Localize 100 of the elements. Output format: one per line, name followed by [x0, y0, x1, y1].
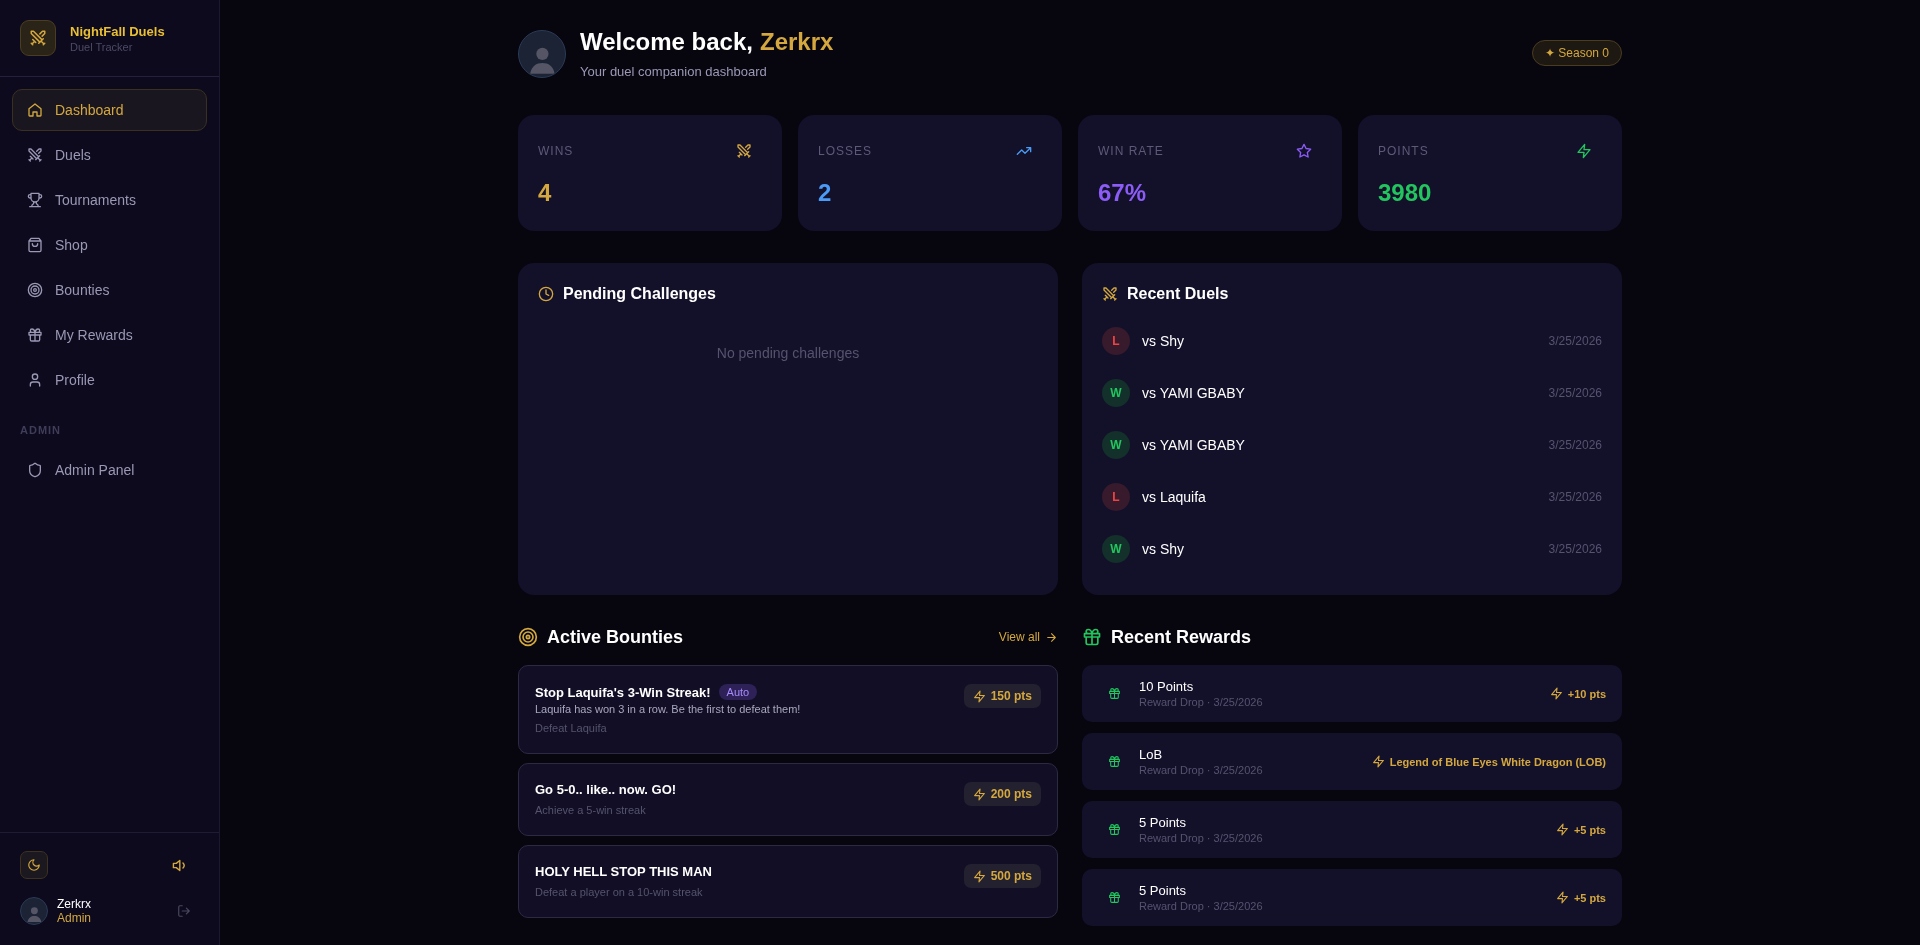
lightning-icon	[1555, 891, 1569, 904]
gift-icon	[1108, 823, 1121, 836]
nav-item[interactable]: Duels	[12, 134, 207, 176]
reward-value: +5 pts	[1573, 891, 1606, 904]
section-heading: ADMIN	[19, 423, 63, 438]
result-badge: W	[1102, 431, 1130, 459]
points-badge: 150 pts	[963, 684, 1041, 708]
bounty-requirement: Achieve a 5-win streak	[535, 804, 647, 816]
welcome-title: Welcome back,	[580, 28, 753, 56]
reward-value: Legend of Blue Eyes White Dragon (LOB)	[1389, 755, 1606, 768]
avatar	[518, 29, 566, 78]
stat-label: WIN RATE	[1098, 144, 1164, 158]
lightning-icon	[972, 787, 986, 801]
bounty-card[interactable]: Go 5-0.. like.. now. GO! Achieve a 5-win streak 200 pts	[518, 763, 1058, 836]
lightning-icon	[972, 689, 986, 703]
stat-value: 3980	[1378, 179, 1433, 207]
view-all-link[interactable]: View all	[998, 630, 1058, 644]
opponent-name: vs Laquifa	[1142, 489, 1206, 505]
target-icon	[27, 282, 43, 298]
result-badge: W	[1102, 535, 1130, 563]
stat-label: POINTS	[1378, 144, 1429, 158]
shopping-bag-icon	[27, 237, 43, 253]
swords-icon	[1102, 286, 1118, 302]
opponent-name: vs YAMI GBABY	[1142, 385, 1245, 401]
user-role: Admin	[57, 911, 91, 925]
result-badge: L	[1102, 483, 1130, 511]
shield-icon	[27, 462, 43, 478]
moon-icon	[27, 858, 41, 872]
reward-title: 5 Points	[1139, 883, 1187, 898]
reward-meta: Reward Drop · 3/25/2026	[1139, 764, 1263, 776]
points-badge: 200 pts	[963, 782, 1041, 806]
user-icon	[27, 372, 43, 388]
lightning-icon	[1555, 823, 1569, 836]
duel-date: 3/25/2026	[1548, 386, 1602, 400]
reward-meta: Reward Drop · 3/25/2026	[1139, 900, 1263, 912]
reward-value: +10 pts	[1567, 687, 1606, 700]
panel-title: Pending Challenges	[563, 285, 716, 303]
points-badge: 500 pts	[963, 864, 1041, 888]
reward-title: 10 Points	[1139, 679, 1195, 694]
result-badge: W	[1102, 379, 1130, 407]
gift-icon	[1082, 627, 1102, 647]
arrow-right-icon	[1045, 630, 1058, 644]
theme-toggle-button[interactable]	[20, 851, 48, 879]
result-badge: L	[1102, 327, 1130, 355]
nav-item[interactable]: Bounties	[12, 269, 207, 311]
opponent-name: vs Shy	[1142, 333, 1184, 349]
stat-value: 4	[538, 179, 553, 207]
bounty-title: Go 5-0.. like.. now. GO!	[535, 782, 677, 797]
app-subtitle: Duel Tracker	[70, 40, 134, 53]
bounty-description: Laquifa has won 3 in a row. Be the first to defeat them!	[535, 703, 802, 715]
nav-item[interactable]: Profile	[12, 359, 207, 401]
nav-item[interactable]: Admin Panel	[12, 449, 207, 491]
bounty-title: HOLY HELL STOP THIS MAN	[535, 864, 712, 879]
empty-message: No pending challenges	[715, 345, 861, 361]
home-icon	[27, 102, 43, 118]
avatar	[20, 897, 48, 925]
gift-icon	[1108, 755, 1121, 768]
nav-item[interactable]: My Rewards	[12, 314, 207, 356]
bounty-requirement: Defeat Laquifa	[535, 722, 608, 734]
gift-icon	[1108, 891, 1121, 904]
lightning-icon	[972, 869, 986, 883]
bounty-card[interactable]: Stop Laquifa's 3-Win Streak! Auto Laquifa has won 3 in a row. Be the first to defeat them! Defeat Laquifa 150 pts	[518, 665, 1058, 754]
stat-value: 2	[818, 179, 833, 207]
subtitle: Your duel companion dashboard	[580, 64, 768, 79]
trophy-icon	[27, 192, 43, 208]
user-name: Zerkrx	[57, 897, 91, 911]
duel-date: 3/25/2026	[1548, 542, 1602, 556]
panel-title: Recent Duels	[1127, 285, 1229, 303]
opponent-name: vs Shy	[1142, 541, 1184, 557]
section-title: Recent Rewards	[1111, 626, 1252, 648]
swords-icon	[29, 29, 47, 47]
reward-meta: Reward Drop · 3/25/2026	[1139, 832, 1263, 844]
target-icon	[518, 627, 538, 647]
app-name: NightFall Duels	[70, 23, 165, 39]
section-title: Active Bounties	[547, 626, 684, 648]
auto-tag: Auto	[718, 684, 758, 700]
duel-date: 3/25/2026	[1548, 490, 1602, 504]
reward-meta: Reward Drop · 3/25/2026	[1139, 696, 1263, 708]
reward-value: +5 pts	[1573, 823, 1606, 836]
username: Zerkrx	[759, 28, 834, 56]
reward-title: 5 Points	[1139, 815, 1187, 830]
lightning-icon	[1549, 687, 1563, 700]
duel-date: 3/25/2026	[1548, 438, 1602, 452]
nav-item[interactable]: Dashboard	[12, 89, 207, 131]
bounty-requirement: Defeat a player on a 10-win streak	[535, 886, 704, 898]
gift-icon	[27, 327, 43, 343]
reward-title: LoB	[1139, 747, 1164, 762]
opponent-name: vs YAMI GBABY	[1142, 437, 1245, 453]
nav-item[interactable]: Shop	[12, 224, 207, 266]
bounty-title: Stop Laquifa's 3-Win Streak!	[535, 684, 711, 700]
stat-label: WINS	[538, 144, 574, 158]
bounty-card[interactable]: HOLY HELL STOP THIS MAN Defeat a player on a 10-win streak 500 pts	[518, 845, 1058, 918]
swords-icon	[27, 147, 43, 163]
nav-item[interactable]: Tournaments	[12, 179, 207, 221]
gift-icon	[1108, 687, 1121, 700]
clock-icon	[538, 286, 554, 302]
season-badge: ✦ Season 0	[1531, 40, 1622, 66]
lightning-icon	[1371, 755, 1385, 768]
stat-label: LOSSES	[818, 144, 873, 158]
duel-date: 3/25/2026	[1548, 334, 1602, 348]
